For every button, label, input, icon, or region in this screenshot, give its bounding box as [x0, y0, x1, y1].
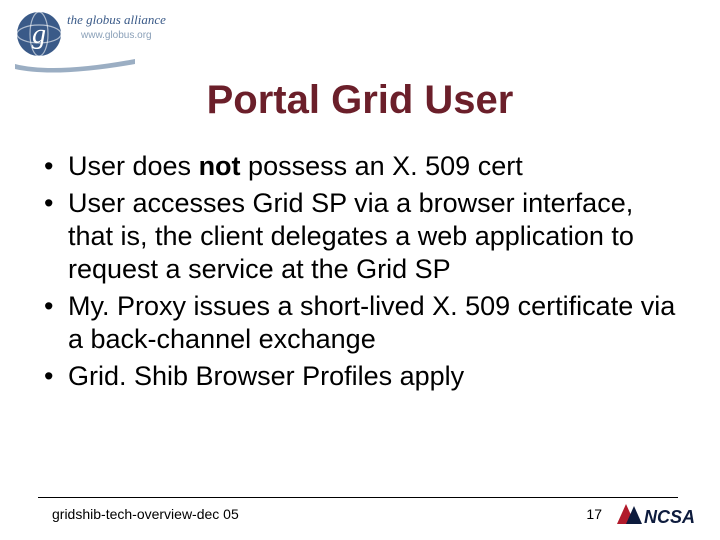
- page-number: 17: [586, 506, 602, 522]
- logo-swoosh-icon: [15, 56, 135, 76]
- bullet-text-pre: Grid. Shib Browser Profiles apply: [68, 361, 464, 391]
- globus-g-icon: g: [15, 10, 63, 58]
- slide-title: Portal Grid User: [0, 78, 720, 123]
- ncsa-text: NCSA: [644, 507, 695, 527]
- bullet-item: User accesses Grid SP via a browser inte…: [68, 187, 680, 286]
- bullet-text-post: possess an X. 509 cert: [241, 151, 523, 181]
- bullet-text-pre: User accesses Grid SP via a browser inte…: [68, 188, 634, 284]
- globus-logo: g the globus alliance www.globus.org: [15, 8, 235, 58]
- svg-text:g: g: [32, 19, 46, 50]
- bullet-item: User does not possess an X. 509 cert: [68, 150, 680, 183]
- slide: g the globus alliance www.globus.org Por…: [0, 0, 720, 540]
- bullet-text-pre: User does: [68, 151, 199, 181]
- bullet-list: User does not possess an X. 509 cert Use…: [40, 150, 680, 393]
- footer-left-text: gridshib-tech-overview-dec 05: [52, 506, 239, 522]
- bullet-item: Grid. Shib Browser Profiles apply: [68, 360, 680, 393]
- logo-top-text: the globus alliance: [67, 13, 166, 26]
- footer-divider: [38, 497, 678, 498]
- bullet-text-bold: not: [199, 151, 241, 181]
- ncsa-logo: NCSA: [614, 498, 704, 530]
- bullet-item: My. Proxy issues a short-lived X. 509 ce…: [68, 290, 680, 356]
- ncsa-triangles-icon: [617, 504, 642, 524]
- body-text: User does not possess an X. 509 cert Use…: [40, 150, 680, 397]
- bullet-text-pre: My. Proxy issues a short-lived X. 509 ce…: [68, 291, 675, 354]
- logo-url-text: www.globus.org: [81, 30, 152, 41]
